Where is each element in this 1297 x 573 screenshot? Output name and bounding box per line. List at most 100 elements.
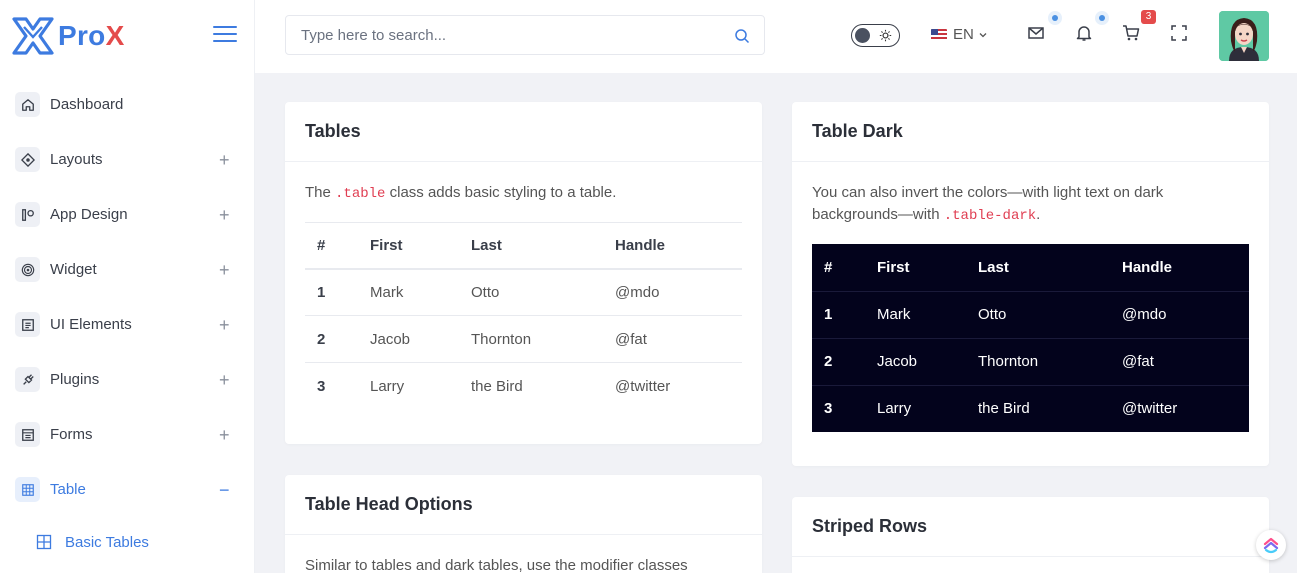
sidebar-item-label: Plugins — [50, 371, 100, 388]
sidebar-item-label: Table — [50, 481, 86, 498]
sidebar-menu: Dashboard Layouts + App Design + Widget … — [0, 77, 255, 567]
table-cell: the Bird — [471, 377, 523, 395]
table-header-row: # First Last Handle — [305, 222, 742, 269]
table-cell: 2 — [824, 353, 833, 370]
toggle-knob — [855, 28, 870, 43]
menu-toggle-icon[interactable] — [213, 26, 237, 44]
table-cell: 1 — [317, 283, 326, 301]
sidebar-item-label: UI Elements — [50, 316, 132, 333]
sidebar-item-label: Widget — [50, 261, 97, 278]
sidebar-item-app-design[interactable]: App Design + — [0, 187, 255, 242]
desc-text: The — [305, 184, 336, 201]
table-cell: @fat — [615, 330, 647, 348]
expand-icon[interactable]: + — [219, 316, 230, 334]
expand-icon[interactable]: + — [219, 426, 230, 444]
sidebar-item-ui-elements[interactable]: UI Elements + — [0, 297, 255, 352]
floating-action-button[interactable] — [1256, 530, 1286, 560]
language-selector[interactable]: EN — [931, 26, 988, 43]
sidebar-item-label: Dashboard — [50, 96, 124, 113]
avatar-icon — [1219, 11, 1269, 61]
table-row: 2 Jacob Thornton @fat — [812, 338, 1249, 385]
cart-icon — [1123, 25, 1140, 41]
expand-icon[interactable]: + — [219, 151, 230, 169]
inline-code: .table-dark — [943, 208, 1037, 224]
card-header: Table Dark — [792, 102, 1269, 162]
card-description: You can also invert the colors—with ligh… — [812, 182, 1249, 227]
cart-count-badge: 3 — [1141, 10, 1156, 24]
plugins-icon — [15, 367, 40, 392]
table-cell: Larry — [370, 377, 405, 395]
bell-icon — [1076, 26, 1092, 41]
column-header: First — [370, 236, 403, 254]
desc-text: class adds basic styling to a table. — [385, 184, 617, 201]
table-cell: Mark — [877, 306, 911, 323]
fullscreen-icon — [1171, 25, 1187, 41]
sidebar-item-forms[interactable]: Forms + — [0, 407, 255, 462]
chevron-down-icon — [979, 32, 987, 37]
table-cell: @mdo — [615, 283, 660, 301]
table-row: 3 Larry the Bird @twitter — [305, 363, 742, 410]
sidebar-item-layouts[interactable]: Layouts + — [0, 132, 255, 187]
table-cell: Jacob — [370, 330, 411, 348]
sidebar-subitem-label: Basic Tables — [65, 533, 149, 551]
user-avatar[interactable] — [1219, 11, 1269, 61]
card-body: You can also invert the colors—with ligh… — [792, 162, 1269, 432]
table-cell: 2 — [317, 330, 326, 348]
card-body: Similar to tables and dark tables, use t… — [285, 535, 762, 573]
sidebar-item-label: Forms — [50, 426, 93, 443]
expand-icon[interactable]: + — [219, 206, 230, 224]
expand-icon[interactable]: + — [219, 371, 230, 389]
card-title: Striped Rows — [812, 516, 928, 536]
basic-tables-icon — [36, 534, 52, 550]
table-header-row: # First Last Handle — [812, 244, 1249, 291]
desc-text: . — [1036, 206, 1041, 223]
mail-button[interactable] — [1027, 24, 1047, 44]
table-cell: @twitter — [1122, 400, 1178, 418]
sidebar-item-widget[interactable]: Widget + — [0, 242, 255, 297]
card-title: Table Dark — [812, 121, 903, 141]
forms-icon — [15, 422, 40, 447]
sidebar-item-table[interactable]: Table − — [0, 462, 255, 517]
search-box — [285, 15, 765, 55]
card-header: Table Head Options — [285, 475, 762, 535]
card-table-dark: Table Dark You can also invert the color… — [792, 102, 1269, 466]
app-design-icon — [15, 202, 40, 227]
sidebar-item-dashboard[interactable]: Dashboard — [0, 77, 255, 132]
sidebar-subitem-basic-tables[interactable]: Basic Tables — [0, 517, 255, 567]
notifications-button[interactable] — [1075, 24, 1095, 44]
ui-elements-icon — [15, 312, 40, 337]
table-icon — [15, 477, 40, 502]
table-row: 1 Mark Otto @mdo — [305, 269, 742, 316]
notification-dot — [1099, 15, 1105, 21]
theme-toggle[interactable] — [851, 24, 900, 47]
fullscreen-button[interactable] — [1170, 24, 1190, 44]
dark-table: # First Last Handle 1 Mark Otto @mdo 2 J… — [812, 244, 1249, 432]
cart-button[interactable] — [1122, 24, 1142, 44]
card-table-head-options: Table Head Options Similar to tables and… — [285, 475, 762, 573]
prox-logo-icon — [12, 17, 54, 55]
column-header: Last — [978, 258, 1009, 276]
brand-name-part1: Pro — [58, 20, 106, 51]
basic-table: # First Last Handle 1 Mark Otto @mdo 2 J… — [305, 222, 742, 410]
sun-icon — [879, 29, 892, 42]
brand-logo[interactable]: ProX — [10, 12, 125, 60]
mail-icon — [1028, 27, 1044, 39]
card-title: Tables — [305, 121, 361, 141]
table-cell: Otto — [978, 306, 1007, 323]
table-cell: Otto — [471, 283, 500, 301]
table-row: 1 Mark Otto @mdo — [812, 291, 1249, 338]
sidebar: ProX Dashboard Layouts + App Design + Wi… — [0, 0, 255, 573]
sidebar-item-plugins[interactable]: Plugins + — [0, 352, 255, 407]
column-header: # — [317, 236, 326, 254]
collapse-icon[interactable]: − — [219, 481, 230, 499]
table-cell: Jacob — [877, 353, 918, 370]
mail-notification-dot — [1052, 15, 1058, 21]
sidebar-item-label: Layouts — [50, 151, 103, 168]
search-input[interactable] — [286, 16, 706, 54]
expand-icon[interactable]: + — [219, 261, 230, 279]
language-label: EN — [953, 26, 974, 43]
table-cell: Larry — [877, 400, 912, 418]
table-cell: 3 — [824, 400, 833, 418]
search-icon[interactable] — [734, 28, 750, 44]
table-cell: @fat — [1122, 353, 1154, 370]
